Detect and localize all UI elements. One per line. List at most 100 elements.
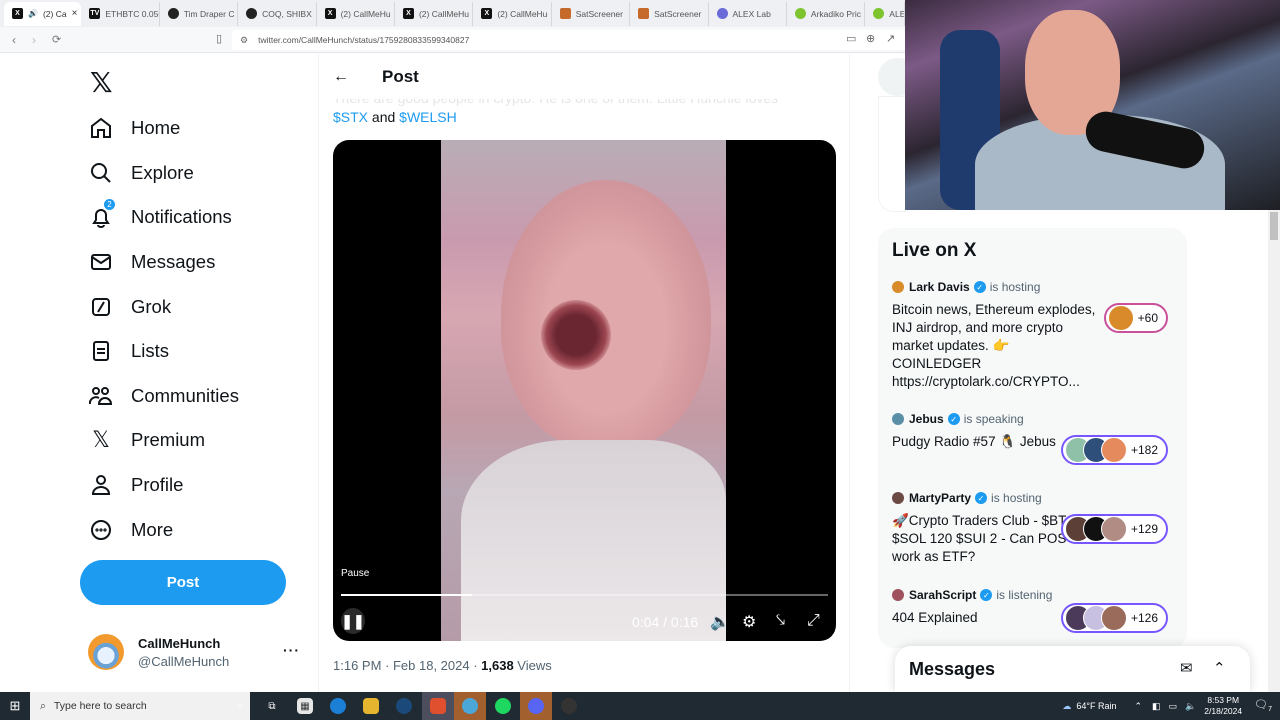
- tradingview-icon: TV: [89, 8, 101, 19]
- post-button[interactable]: Post: [80, 560, 286, 605]
- zoom-icon[interactable]: ⊕: [866, 32, 875, 45]
- arkadiko-icon: [873, 8, 885, 19]
- action-center-icon[interactable]: 🗨7: [1254, 698, 1272, 713]
- host-avatar: [892, 492, 904, 504]
- url-input[interactable]: ⚙ twitter.com/CallMeHunch/status/1759280…: [232, 30, 905, 50]
- messages-drawer-title: Messages: [909, 658, 996, 679]
- brave-icon[interactable]: [430, 698, 446, 714]
- browser-tab[interactable]: X 🔊 (2) Ca ×: [4, 1, 82, 26]
- x-logo[interactable]: 𝕏: [90, 66, 113, 99]
- settings-gear-icon[interactable]: ⚙: [742, 612, 756, 632]
- listeners-pill[interactable]: +129: [1060, 514, 1168, 544]
- x-logo-icon: X: [481, 8, 493, 19]
- cast-icon[interactable]: ▭: [846, 32, 856, 45]
- cashtag-link[interactable]: $STX: [333, 109, 368, 125]
- search-icon: ⌕: [40, 699, 46, 712]
- sidebar-item-premium[interactable]: 𝕏 Premium: [88, 425, 205, 455]
- site-settings-icon[interactable]: ⚙: [240, 35, 248, 46]
- browser-tab[interactable]: X (2) CallMeHu: [473, 1, 552, 26]
- sidebar-item-communities[interactable]: Communities: [88, 381, 239, 411]
- browser-tab[interactable]: X (2) CallMeHu: [395, 1, 474, 26]
- messages-drawer[interactable]: Messages ✉ ⌃: [895, 646, 1250, 692]
- more-dots-icon[interactable]: ···: [283, 642, 300, 658]
- browser-tab[interactable]: X (2) CallMeHu: [317, 1, 395, 26]
- sidebar-item-more[interactable]: More: [88, 515, 173, 545]
- reload-icon[interactable]: ⟳: [52, 33, 62, 46]
- sidebar-item-explore[interactable]: Explore: [88, 158, 194, 188]
- tray-chevron-icon[interactable]: ⌃: [1135, 701, 1143, 712]
- forward-nav-icon[interactable]: ›: [32, 33, 42, 47]
- browser-tab[interactable]: SatScreener: [552, 1, 631, 26]
- browser-tab[interactable]: SatScreener: [630, 1, 709, 26]
- verified-badge-icon: ✓: [947, 413, 960, 425]
- browser-tab-strip: X 🔊 (2) Ca × TV ETHBTC 0.055 Tim Draper C…: [0, 0, 906, 27]
- verified-badge-icon: ✓: [973, 281, 986, 293]
- video-player[interactable]: Pause ❚❚ 0:04 / 0:16 🔈 ⚙ ⤥ ⤢: [333, 140, 836, 641]
- verified-badge-icon: ✓: [975, 492, 988, 504]
- windows-start-icon[interactable]: ⊞: [0, 698, 30, 714]
- discord-icon[interactable]: [528, 698, 544, 714]
- satscreener-icon: [559, 8, 571, 19]
- live-space-item[interactable]: SarahScript ✓ is listening 404 Explained +…: [892, 588, 1182, 633]
- cortana-icon[interactable]: ○: [232, 698, 248, 714]
- obs-icon[interactable]: [561, 698, 577, 714]
- person-icon: [88, 472, 114, 498]
- live-space-item[interactable]: Jebus ✓ is speaking Pudgy Radio #57 🐧 Jebu…: [892, 412, 1182, 465]
- file-explorer-icon[interactable]: [363, 698, 379, 714]
- x-logo-icon: X: [12, 8, 23, 19]
- account-switcher[interactable]: CallMeHunch @CallMeHunch: [88, 634, 229, 670]
- new-message-icon[interactable]: ✉: [1180, 659, 1193, 677]
- sidebar-item-grok[interactable]: Grok: [88, 292, 171, 322]
- sidebar-item-lists[interactable]: Lists: [88, 336, 169, 366]
- right-card: [878, 96, 908, 212]
- pause-icon: ❚❚: [341, 612, 365, 629]
- live-space-item[interactable]: MartyParty ✓ is hosting 🚀Crypto Traders Cl…: [892, 491, 1182, 566]
- scrollbar-thumb[interactable]: [1270, 212, 1278, 240]
- edge-icon[interactable]: [330, 698, 346, 714]
- taskbar-search[interactable]: ⌕ Type here to search: [30, 692, 250, 720]
- browser-tab[interactable]: ALEX Lab: [709, 1, 787, 26]
- cashtag-link[interactable]: $WELSH: [399, 109, 457, 125]
- store-icon[interactable]: ▦: [297, 698, 313, 714]
- video-progress-bar[interactable]: [341, 594, 828, 596]
- listeners-pill[interactable]: +126: [1060, 603, 1168, 633]
- verified-badge-icon: ✓: [980, 589, 993, 601]
- browser-tab[interactable]: COQ, SHIBX: [238, 1, 317, 26]
- post-cashtags: $STX and $WELSH: [333, 109, 457, 125]
- sidebar-item-home[interactable]: Home: [88, 113, 180, 143]
- browser-tab[interactable]: TV ETHBTC 0.055: [81, 1, 160, 26]
- spotify-icon[interactable]: [495, 698, 511, 714]
- listener-avatar: [1100, 437, 1127, 463]
- meet-icon[interactable]: ◧: [1152, 701, 1161, 712]
- close-tab-icon[interactable]: ×: [72, 8, 78, 19]
- browser-tab[interactable]: Tim Draper C: [160, 1, 239, 26]
- volume-icon[interactable]: 🔈: [1185, 701, 1196, 712]
- sidebar-item-profile[interactable]: Profile: [88, 470, 183, 500]
- browser-tab[interactable]: ALE: [865, 1, 906, 26]
- steam-icon[interactable]: [396, 698, 412, 714]
- satscreener-icon: [638, 8, 650, 19]
- fullscreen-icon[interactable]: ⤢: [807, 612, 820, 630]
- listener-avatar: [1100, 516, 1127, 542]
- share-icon[interactable]: ↗: [886, 32, 895, 45]
- task-view-icon[interactable]: ⧉: [264, 698, 280, 714]
- sidebar-item-notifications[interactable]: 2 Notifications: [88, 198, 232, 232]
- pip-icon[interactable]: ⤥: [776, 612, 785, 630]
- volume-icon[interactable]: 🔈: [710, 612, 730, 632]
- arkadiko-icon: [794, 8, 806, 19]
- clock[interactable]: 8:53 PM 2/18/2024: [1204, 695, 1242, 717]
- listeners-pill[interactable]: +60: [1103, 303, 1168, 333]
- network-icon[interactable]: ▭: [1169, 701, 1178, 712]
- browser-tab[interactable]: Arkadiko Pric: [787, 1, 866, 26]
- listeners-pill[interactable]: +182: [1060, 435, 1168, 465]
- back-arrow-icon[interactable]: ←: [333, 68, 353, 86]
- bookmark-icon[interactable]: ▯: [216, 32, 222, 45]
- pause-button[interactable]: ❚❚: [341, 608, 365, 634]
- live-space-item[interactable]: Lark Davis ✓ is hosting Bitcoin news, Ethe…: [892, 280, 1182, 391]
- sidebar-item-messages[interactable]: Messages: [88, 247, 215, 277]
- page-scrollbar[interactable]: [1268, 210, 1280, 692]
- system-tray: ☁ 64°F Rain ⌃ ◧ ▭ 🔈 8:53 PM 2/18/2024 🗨7: [1062, 695, 1272, 717]
- chevrons-up-icon[interactable]: ⌃: [1213, 659, 1226, 677]
- browser-app-icon[interactable]: [462, 698, 478, 714]
- back-nav-icon[interactable]: ‹: [12, 33, 22, 47]
